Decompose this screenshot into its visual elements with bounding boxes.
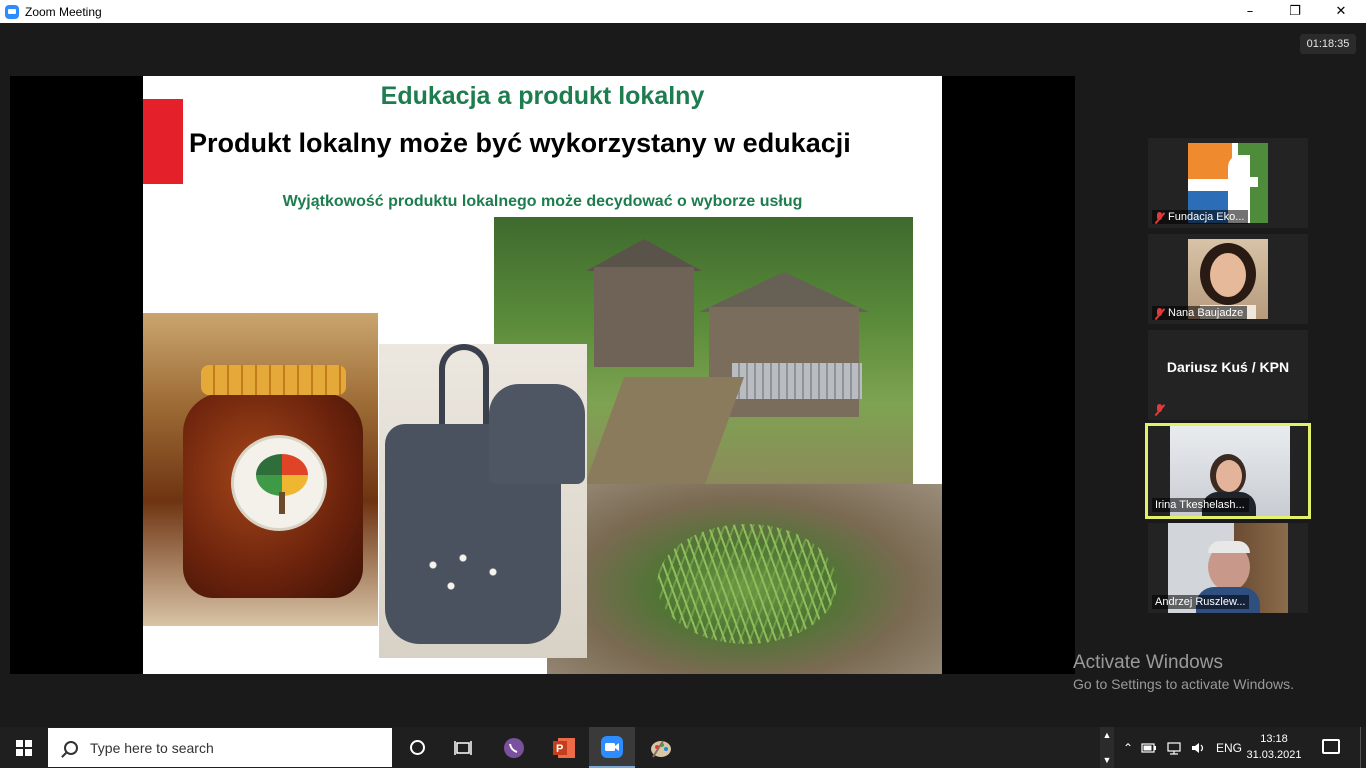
- meeting-timer: 01:18:35: [1300, 34, 1356, 54]
- start-button[interactable]: [0, 727, 48, 768]
- slide-subtitle: Wyjątkowość produktu lokalnego może decy…: [282, 193, 803, 210]
- participant-tile[interactable]: Dariusz Kuś / KPN: [1148, 330, 1308, 420]
- window-titlebar: Zoom Meeting – ❐ ✕: [0, 0, 1366, 23]
- close-button[interactable]: ✕: [1318, 0, 1364, 23]
- windows-logo-icon: [16, 739, 32, 756]
- svg-text:P: P: [556, 743, 563, 755]
- mic-muted-icon: [1155, 403, 1164, 415]
- system-tray: ⌃ ENG: [1120, 727, 1242, 768]
- cortana-button[interactable]: [394, 727, 440, 768]
- action-center-icon[interactable]: [1322, 739, 1340, 754]
- restore-button[interactable]: ❐: [1272, 0, 1318, 23]
- taskbar-search-box[interactable]: Type here to search: [48, 728, 392, 767]
- slide-title: Edukacja a produkt lokalny: [380, 82, 705, 110]
- minimize-icon: –: [1246, 4, 1254, 19]
- participant-name: Andrzej Ruszlew...: [1155, 596, 1246, 608]
- watermark-subtitle: Go to Settings to activate Windows.: [1073, 676, 1294, 692]
- participant-tile[interactable]: Fundacja Eko...: [1148, 138, 1308, 228]
- taskbar-clock[interactable]: 13:18 31.03.2021: [1244, 731, 1304, 763]
- minimize-button[interactable]: –: [1227, 0, 1273, 23]
- task-view-icon: [454, 740, 472, 755]
- zoom-taskbar-button[interactable]: [589, 727, 635, 768]
- participant-tile[interactable]: Nana Baujadze: [1148, 234, 1308, 324]
- grass-plant-photo: [547, 484, 942, 674]
- participant-name: Fundacja Eko...: [1168, 211, 1245, 223]
- mic-muted-icon: [1155, 211, 1164, 223]
- powerpoint-taskbar-button[interactable]: P: [541, 727, 587, 768]
- paint-icon: [651, 739, 671, 758]
- slide-accent-bar: [143, 99, 183, 184]
- participant-name-large: Dariusz Kuś / KPN: [1166, 359, 1290, 375]
- battery-icon[interactable]: [1136, 742, 1162, 753]
- viber-taskbar-button[interactable]: [491, 727, 537, 768]
- windows-taskbar: Type here to search P ▲ ▼ ⌃ ENG 13:18 31…: [0, 727, 1366, 768]
- close-icon: ✕: [1335, 4, 1347, 19]
- clock-date: 31.03.2021: [1246, 749, 1302, 761]
- embroidered-bags-photo: [379, 344, 587, 658]
- viber-icon: [504, 737, 524, 758]
- presentation-slide: Edukacja a produkt lokalny Produkt lokal…: [143, 76, 942, 674]
- participant-name: Irina Tkeshelash...: [1155, 499, 1245, 511]
- meeting-stage: 01:18:35 Edukacja a produkt lokalny Prod…: [0, 23, 1366, 727]
- volume-icon[interactable]: [1186, 741, 1210, 755]
- honey-jar-photo: [143, 313, 378, 626]
- restore-icon: ❐: [1289, 4, 1301, 19]
- mic-muted-icon: [1155, 307, 1164, 319]
- network-icon[interactable]: [1162, 741, 1186, 755]
- search-placeholder: Type here to search: [90, 739, 214, 756]
- search-icon: [64, 740, 78, 755]
- product-logo-label: [231, 435, 327, 531]
- input-language-indicator[interactable]: ENG: [1216, 741, 1242, 755]
- chevron-up-icon: ⌃: [1122, 740, 1134, 755]
- cortana-icon: [409, 740, 425, 755]
- taskbar-scroll-control[interactable]: ▲ ▼: [1100, 727, 1114, 768]
- activate-windows-watermark: Activate Windows Go to Settings to activ…: [1073, 652, 1294, 692]
- zoom-app-icon: [5, 4, 19, 19]
- chevron-down-icon: ▼: [1102, 755, 1112, 765]
- powerpoint-icon: P: [553, 737, 575, 758]
- task-view-button[interactable]: [440, 727, 486, 768]
- screen-share-area: Edukacja a produkt lokalny Produkt lokal…: [10, 76, 1075, 674]
- show-hidden-icons-button[interactable]: ⌃: [1120, 741, 1136, 755]
- slide-heading: Produkt lokalny może być wykorzystany w …: [189, 128, 851, 158]
- zoom-icon: [601, 735, 623, 758]
- paint-taskbar-button[interactable]: [638, 727, 684, 768]
- clock-time: 13:18: [1260, 733, 1288, 745]
- participant-name: Nana Baujadze: [1168, 307, 1244, 319]
- chevron-up-icon: ▲: [1102, 730, 1112, 740]
- participant-tile-active-speaker[interactable]: Irina Tkeshelash...: [1145, 423, 1311, 519]
- watermark-title: Activate Windows: [1073, 652, 1223, 673]
- participant-tile[interactable]: Andrzej Ruszlew...: [1148, 523, 1308, 613]
- show-desktop-button[interactable]: [1360, 727, 1366, 768]
- window-title: Zoom Meeting: [25, 4, 102, 19]
